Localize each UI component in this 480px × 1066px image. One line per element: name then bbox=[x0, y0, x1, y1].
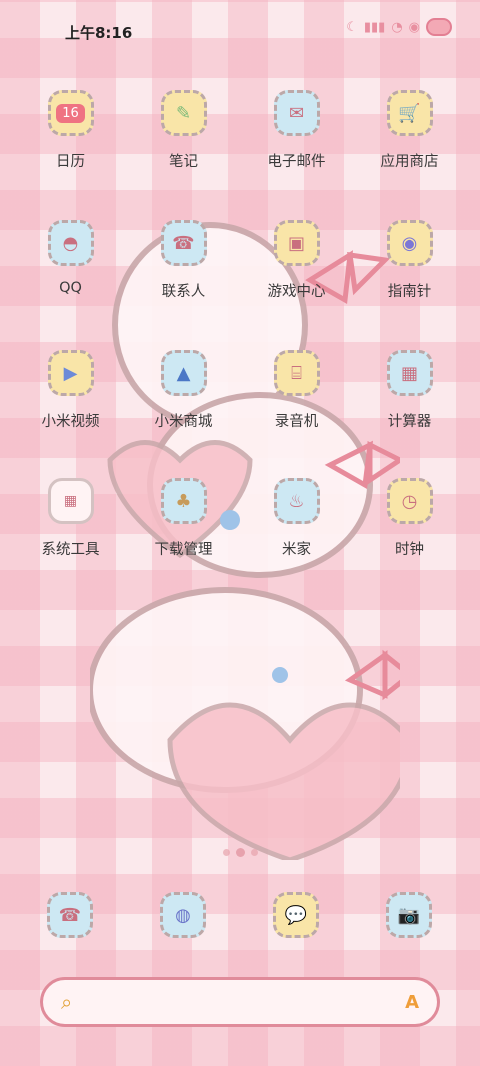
frog-icon: ◉ bbox=[408, 19, 420, 35]
compass-icon: ◉ bbox=[386, 220, 433, 266]
app-clock[interactable]: ◷ 时钟 bbox=[353, 478, 466, 559]
shopping-bag-icon: ▲ bbox=[160, 350, 207, 396]
page-dot-active bbox=[235, 848, 245, 857]
app-label: 小米商城 bbox=[154, 414, 213, 430]
calendar-icon: 16 bbox=[47, 90, 94, 136]
app-game-center[interactable]: ▣ 游戏中心 bbox=[240, 220, 353, 301]
app-qq[interactable]: ◓ QQ bbox=[14, 220, 127, 296]
shop-icon: 🛒 bbox=[386, 90, 433, 136]
app-recorder[interactable]: ⌸ 录音机 bbox=[240, 350, 353, 431]
app-contacts[interactable]: ☎ 联系人 bbox=[127, 220, 240, 301]
app-label: 笔记 bbox=[169, 154, 198, 170]
video-icon: ▶ bbox=[47, 350, 94, 396]
cupcake-icon: ♨ bbox=[273, 478, 320, 524]
clock-icon: ◷ bbox=[386, 478, 433, 524]
app-label: 联系人 bbox=[161, 284, 206, 300]
status-icons: ☾ ▮▮▮ ◔ ◉ bbox=[346, 18, 452, 36]
search-icon[interactable]: ⌕ bbox=[61, 990, 72, 1014]
dock: ☎ ◍ 💬 📷 bbox=[0, 892, 480, 942]
app-compass[interactable]: ◉ 指南针 bbox=[353, 220, 466, 301]
app-label: 日历 bbox=[56, 154, 85, 170]
app-download-manager[interactable]: ♣ 下载管理 bbox=[127, 478, 240, 559]
app-label: 小米视频 bbox=[41, 414, 100, 430]
app-label: 下载管理 bbox=[154, 542, 213, 558]
page-dot bbox=[250, 849, 258, 856]
app-label: 录音机 bbox=[274, 414, 319, 430]
signal-icon: ▮▮▮ bbox=[363, 19, 386, 35]
app-label: 游戏中心 bbox=[267, 284, 326, 300]
app-store[interactable]: 🛒 应用商店 bbox=[353, 90, 466, 171]
app-label: 计算器 bbox=[387, 414, 432, 430]
download-icon: ♣ bbox=[160, 478, 207, 524]
app-notes[interactable]: ✎ 笔记 bbox=[127, 90, 240, 171]
message-icon[interactable]: 💬 bbox=[273, 892, 319, 938]
battery-icon bbox=[426, 18, 452, 36]
recorder-icon: ⌸ bbox=[273, 350, 320, 396]
folder-icon: ▦ bbox=[47, 478, 94, 524]
note-icon: ✎ bbox=[160, 90, 207, 136]
app-mi-video[interactable]: ▶ 小米视频 bbox=[14, 350, 127, 431]
wifi-icon: ◔ bbox=[391, 19, 403, 35]
mail-icon: ✉ bbox=[273, 90, 320, 136]
browser-icon[interactable]: ◍ bbox=[160, 892, 206, 938]
search-bar[interactable]: ⌕ A bbox=[40, 977, 440, 1027]
app-label: 指南针 bbox=[387, 284, 432, 300]
app-label: 应用商店 bbox=[380, 154, 439, 170]
status-time: 上午8:16 bbox=[65, 24, 133, 42]
phone-icon[interactable]: ☎ bbox=[47, 892, 93, 938]
penguin-icon: ◓ bbox=[47, 220, 94, 266]
app-label: 时钟 bbox=[395, 542, 424, 558]
game-icon: ▣ bbox=[273, 220, 320, 266]
app-label: 米家 bbox=[282, 542, 311, 558]
app-label: 系统工具 bbox=[41, 542, 100, 558]
app-system-tools[interactable]: ▦ 系统工具 bbox=[14, 478, 127, 559]
app-label: 电子邮件 bbox=[267, 154, 326, 170]
phonebook-icon: ☎ bbox=[160, 220, 207, 266]
app-mi-store[interactable]: ▲ 小米商城 bbox=[127, 350, 240, 431]
moon-icon: ☾ bbox=[346, 19, 358, 35]
app-calculator[interactable]: ▦ 计算器 bbox=[353, 350, 466, 431]
assistant-icon[interactable]: A bbox=[405, 992, 419, 1013]
app-calendar[interactable]: 16 日历 bbox=[14, 90, 127, 171]
app-email[interactable]: ✉ 电子邮件 bbox=[240, 90, 353, 171]
app-label: QQ bbox=[59, 280, 82, 296]
camera-icon[interactable]: 📷 bbox=[386, 892, 432, 938]
calculator-icon: ▦ bbox=[386, 350, 433, 396]
page-dot bbox=[222, 849, 230, 856]
status-bar: 上午8:16 ☾ ▮▮▮ ◔ ◉ bbox=[0, 0, 480, 60]
page-indicator bbox=[0, 848, 480, 857]
app-mi-home[interactable]: ♨ 米家 bbox=[240, 478, 353, 559]
